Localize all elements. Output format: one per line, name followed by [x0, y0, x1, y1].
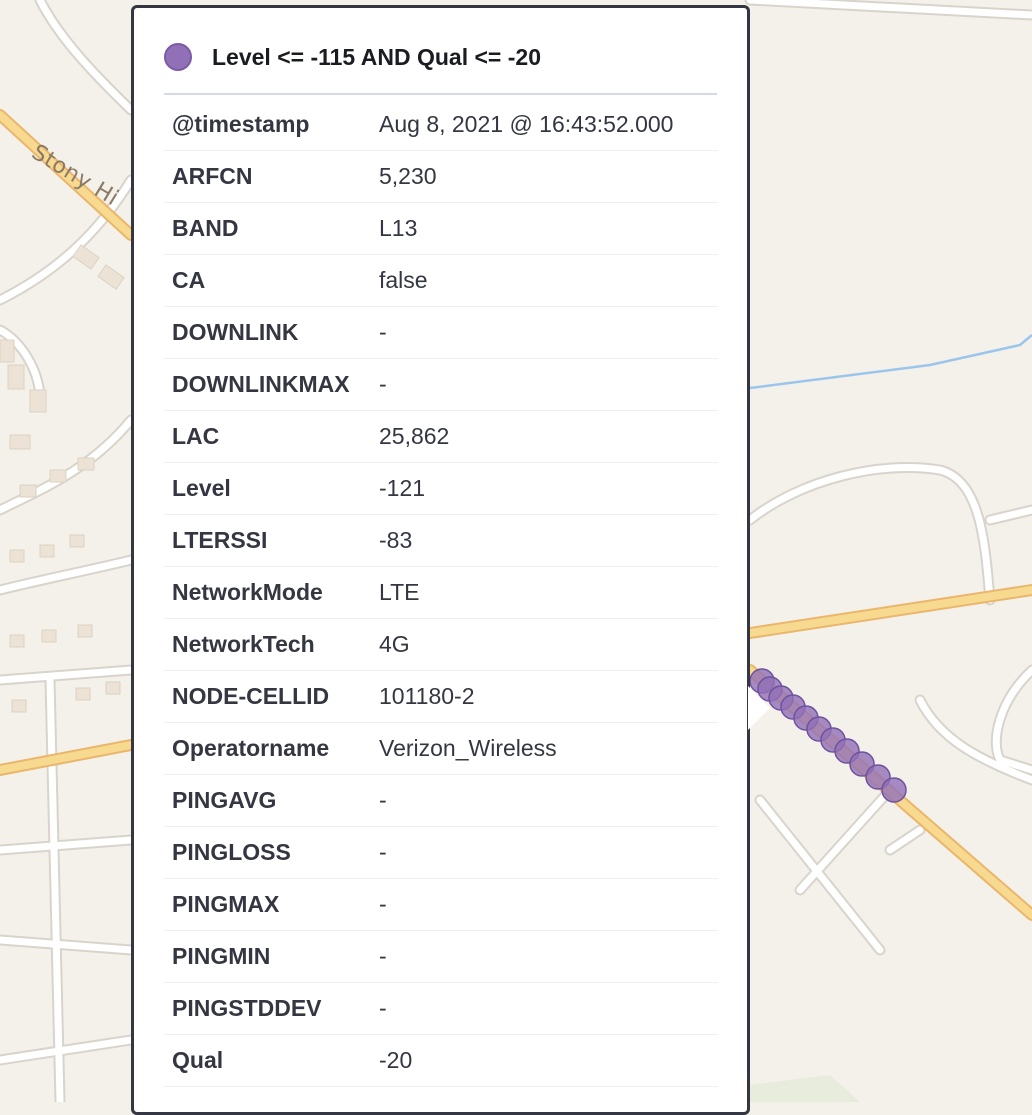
legend-circle-icon: [164, 43, 192, 71]
property-key: DOWNLINKMAX: [164, 358, 375, 411]
property-row: DOWNLINK -: [164, 306, 718, 359]
property-value: Verizon_Wireless: [375, 722, 718, 775]
property-key: NetworkTech: [164, 618, 375, 671]
property-key: @timestamp: [164, 99, 375, 151]
property-row: LTERSSI -83: [164, 514, 718, 567]
property-key: CA: [164, 254, 375, 307]
property-key: LAC: [164, 410, 375, 463]
property-value: -: [375, 306, 718, 359]
tooltip-header: Level <= -115 AND Qual <= -20: [164, 38, 717, 95]
property-key: NODE-CELLID: [164, 670, 375, 723]
property-row: PINGAVG -: [164, 774, 718, 827]
property-row: Level -121: [164, 462, 718, 515]
property-row: NODE-CELLID 101180-2: [164, 670, 718, 723]
property-value: -: [375, 358, 718, 411]
property-key: NetworkMode: [164, 566, 375, 619]
tooltip-pointer: [748, 686, 770, 730]
property-row: NetworkTech 4G: [164, 618, 718, 671]
property-key: PINGAVG: [164, 774, 375, 827]
property-row: NetworkMode LTE: [164, 566, 718, 619]
property-value: LTE: [375, 566, 718, 619]
property-key: LTERSSI: [164, 514, 375, 567]
property-value: -: [375, 930, 718, 983]
property-value: -: [375, 982, 718, 1035]
property-row: PINGLOSS -: [164, 826, 718, 879]
property-row: LAC 25,862: [164, 410, 718, 463]
property-key: PINGMAX: [164, 878, 375, 931]
map-marker[interactable]: [881, 777, 907, 803]
property-row: PINGMAX -: [164, 878, 718, 931]
property-row: DOWNLINKMAX -: [164, 358, 718, 411]
property-key: PINGMIN: [164, 930, 375, 983]
property-row: Qual -20: [164, 1034, 718, 1087]
property-value: L13: [375, 202, 718, 255]
property-value: -20: [375, 1034, 718, 1087]
property-key: BAND: [164, 202, 375, 255]
property-value: -: [375, 774, 718, 827]
property-key: DOWNLINK: [164, 306, 375, 359]
property-value: 5,230: [375, 150, 718, 203]
property-value: -: [375, 878, 718, 931]
property-key: PINGLOSS: [164, 826, 375, 879]
property-row: ARFCN 5,230: [164, 150, 718, 203]
property-key: Level: [164, 462, 375, 515]
property-value: -: [375, 826, 718, 879]
tooltip-title: Level <= -115 AND Qual <= -20: [212, 44, 541, 70]
property-key: Operatorname: [164, 722, 375, 775]
property-value: 101180-2: [375, 670, 718, 723]
property-row: BAND L13: [164, 202, 718, 255]
property-key: Qual: [164, 1034, 375, 1087]
property-value: -121: [375, 462, 718, 515]
property-value: false: [375, 254, 718, 307]
property-value: -83: [375, 514, 718, 567]
property-value: Aug 8, 2021 @ 16:43:52.000: [375, 99, 718, 151]
properties-table: @timestamp Aug 8, 2021 @ 16:43:52.000 ARFC…: [164, 99, 718, 1087]
property-row: Operatorname Verizon_Wireless: [164, 722, 718, 775]
property-value: 25,862: [375, 410, 718, 463]
property-row: CA false: [164, 254, 718, 307]
property-row: PINGMIN -: [164, 930, 718, 983]
property-row: PINGSTDDEV -: [164, 982, 718, 1035]
property-value: 4G: [375, 618, 718, 671]
feature-tooltip: Level <= -115 AND Qual <= -20 @timestamp…: [131, 5, 750, 1115]
property-row: @timestamp Aug 8, 2021 @ 16:43:52.000: [164, 99, 718, 151]
property-key: PINGSTDDEV: [164, 982, 375, 1035]
property-key: ARFCN: [164, 150, 375, 203]
